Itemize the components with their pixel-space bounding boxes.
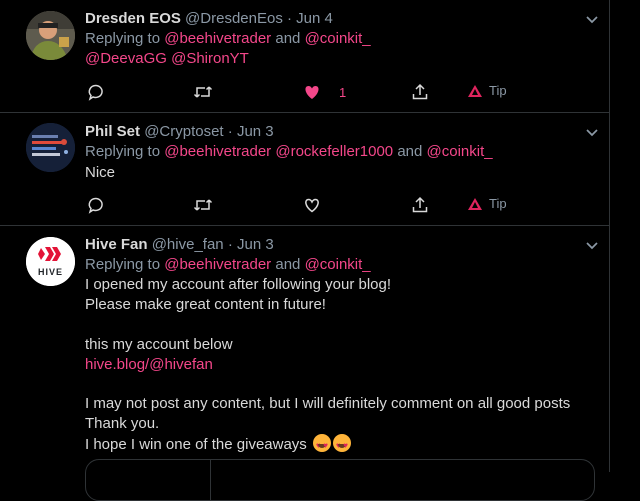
tweet[interactable]: HIVE Hive Fan @hive_fan · Jun 3 Replying… xyxy=(0,225,610,485)
like-count: 1 xyxy=(339,84,347,100)
tweet-actions: Tip xyxy=(85,196,525,216)
avatar[interactable] xyxy=(26,11,75,60)
heart-icon xyxy=(305,86,319,99)
chevron-down-icon[interactable] xyxy=(584,12,600,28)
heart-icon xyxy=(305,198,319,213)
like-button[interactable]: 1 xyxy=(303,83,346,101)
reply-button[interactable] xyxy=(87,196,105,214)
chevron-down-icon[interactable] xyxy=(584,238,600,254)
tip-label: Tip xyxy=(489,196,507,211)
tweet-text: Nice xyxy=(85,164,116,181)
tweet-content: Hive Fan @hive_fan · Jun 3 Replying to @… xyxy=(85,235,590,456)
link-preview-card[interactable] xyxy=(85,459,595,501)
reply-context: Replying to @beehivetrader @rockefeller1… xyxy=(85,142,590,162)
tweet-content: Dresden EOS @DresdenEos · Jun 4 Replying… xyxy=(85,9,590,69)
conjunction: and xyxy=(397,143,423,160)
mention-link[interactable]: @beehivetrader xyxy=(164,143,271,160)
mention-link[interactable]: @DeevaGG xyxy=(85,50,167,67)
reply-context: Replying to @beehivetrader and @coinkit_ xyxy=(85,29,590,49)
tweet-text-line xyxy=(85,315,590,335)
reply-context-continued: @DeevaGG @ShironYT xyxy=(85,49,590,69)
reply-prefix: Replying to xyxy=(85,143,161,160)
tweet-date[interactable]: Jun 3 xyxy=(237,236,274,253)
avatar[interactable]: HIVE xyxy=(26,237,75,286)
mention-link[interactable]: @rockefeller1000 xyxy=(275,143,393,160)
retweet-icon xyxy=(193,199,213,211)
tweet-text-line: Please make great content in future! xyxy=(85,296,326,313)
user-handle[interactable]: @hive_fan xyxy=(152,236,224,253)
svg-text:HIVE: HIVE xyxy=(38,267,63,277)
tweet-text-line: I may not post any content, but I will d… xyxy=(85,395,571,412)
tweet-text-line: I opened my account after following your… xyxy=(85,276,392,293)
reply-prefix: Replying to xyxy=(85,30,161,47)
separator-dot: · xyxy=(227,123,233,140)
retweet-button[interactable] xyxy=(193,196,213,214)
tweet-actions: 1 Tip xyxy=(85,83,525,103)
tweet-date[interactable]: Jun 4 xyxy=(296,10,333,27)
reply-prefix: Replying to xyxy=(85,256,161,273)
avatar-photo xyxy=(26,123,75,172)
like-button[interactable] xyxy=(303,196,321,214)
tip-triangle-icon xyxy=(468,84,482,97)
mention-link[interactable]: @coinkit_ xyxy=(305,256,371,273)
tweet[interactable]: Phil Set @Cryptoset · Jun 3 Replying to … xyxy=(0,112,610,226)
heart-eyes-emoji-icon xyxy=(332,434,351,456)
conjunction: and xyxy=(275,30,301,47)
mention-link[interactable]: @coinkit_ xyxy=(427,143,493,160)
share-button[interactable] xyxy=(411,196,429,214)
tweet-content: Phil Set @Cryptoset · Jun 3 Replying to … xyxy=(85,122,590,183)
tip-button[interactable]: Tip xyxy=(467,83,507,98)
avatar[interactable] xyxy=(26,123,75,172)
heart-eyes-emoji-icon xyxy=(312,434,331,456)
tip-button[interactable]: Tip xyxy=(467,196,507,211)
share-icon xyxy=(412,196,428,213)
user-handle[interactable]: @DresdenEos xyxy=(185,10,283,27)
mention-link[interactable]: @ShironYT xyxy=(171,50,249,67)
tip-triangle-icon xyxy=(468,197,482,210)
tweet-date[interactable]: Jun 3 xyxy=(237,123,274,140)
reply-icon xyxy=(88,197,103,214)
display-name[interactable]: Dresden EOS xyxy=(85,10,181,27)
tweet-text-line: Thank you. xyxy=(85,415,160,432)
avatar-photo xyxy=(26,11,75,60)
mention-link[interactable]: @coinkit_ xyxy=(305,30,371,47)
tweet-text-line: this my account below xyxy=(85,336,233,353)
separator-dot: · xyxy=(287,10,292,27)
mention-link[interactable]: @beehivetrader xyxy=(164,30,271,47)
display-name[interactable]: Hive Fan xyxy=(85,236,148,253)
mention-link[interactable]: @beehivetrader xyxy=(164,256,271,273)
reply-button[interactable] xyxy=(87,83,105,101)
conjunction: and xyxy=(275,256,301,273)
reply-icon xyxy=(88,84,103,101)
card-divider xyxy=(210,460,211,500)
retweet-icon xyxy=(193,86,213,98)
tip-label: Tip xyxy=(489,83,507,98)
share-icon xyxy=(412,83,428,100)
chevron-down-icon[interactable] xyxy=(584,125,600,141)
tweet-header: Hive Fan @hive_fan · Jun 3 xyxy=(85,235,590,255)
hive-logo-icon: HIVE xyxy=(26,237,75,286)
tweet-text-line: I hope I win one of the giveaways xyxy=(85,436,307,453)
display-name[interactable]: Phil Set xyxy=(85,123,140,140)
tweet-header: Dresden EOS @DresdenEos · Jun 4 xyxy=(85,9,590,29)
reply-context: Replying to @beehivetrader and @coinkit_ xyxy=(85,255,590,275)
separator-dot: · xyxy=(227,236,233,253)
blog-link[interactable]: hive.blog/@hivefan xyxy=(85,355,590,375)
retweet-button[interactable] xyxy=(193,83,213,101)
tweet-header: Phil Set @Cryptoset · Jun 3 xyxy=(85,122,590,142)
tweet-text-last-line: I hope I win one of the giveaways xyxy=(85,434,590,456)
tweet[interactable]: Dresden EOS @DresdenEos · Jun 4 Replying… xyxy=(0,0,610,113)
user-handle[interactable]: @Cryptoset xyxy=(144,123,223,140)
share-button[interactable] xyxy=(411,83,429,101)
